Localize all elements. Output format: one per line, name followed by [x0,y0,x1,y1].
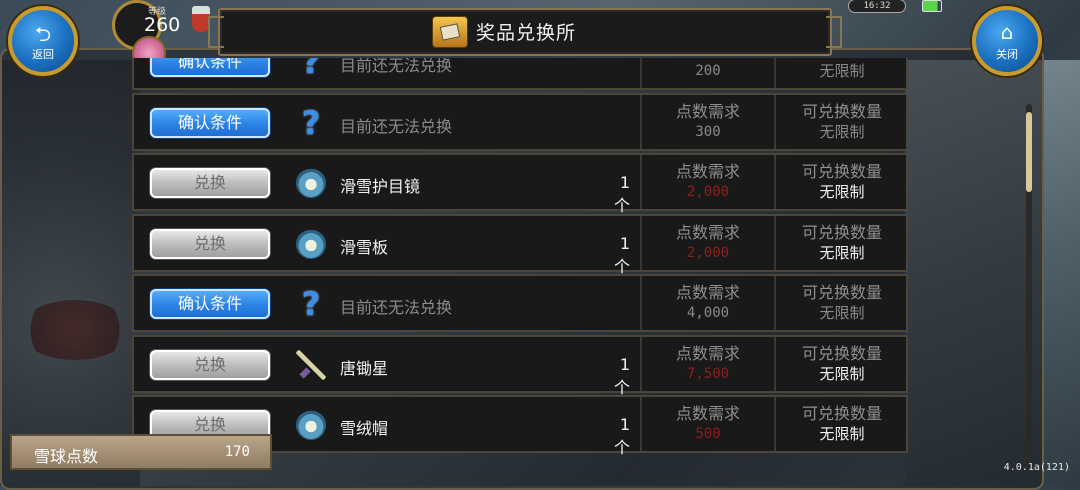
exchange-limit-value: 无限制 [819,183,865,201]
reward-list[interactable]: 确认条件?目前还无法兑换点数需求200可兑换数量无限制确认条件?目前还无法兑换点… [132,58,908,478]
reward-row: 确认条件? 目前还无法兑换 点数需求 300 可兑换数量 无限制 [132,92,908,151]
skate-shoe-icon [296,228,326,259]
exchange-limit: 可兑换数量无限制 [776,282,908,324]
clock: 16:32 [848,0,906,13]
reward-row: 兑换 唐锄星 1个 点数需求 7,500 可兑换数量 无限制 [132,334,908,397]
exchange-limit: 可兑换数量无限制 [776,161,908,203]
reward-row: 确认条件? 目前还无法兑换 点数需求200可兑换数量无限制 [132,58,908,90]
item-name: 滑雪板 [340,237,389,257]
points-requirement-value: 2,000 [686,184,730,200]
back-label: 返回 [32,48,54,61]
exchange-limit: 可兑换数量无限制 [776,101,908,143]
item-quantity: 1个 [613,415,630,457]
item-name: 目前还无法兑换 [340,116,453,136]
question-icon: ? [301,285,321,323]
item-name: 滑雪护目镜 [340,177,421,196]
exchange-limit: 可兑换数量无限制 [776,222,908,264]
question-icon: ? [301,58,321,81]
reward-row: 兑换 滑雪板 1个 点数需求 2,000 可兑换数量 无限制 [132,213,908,276]
scroll-thumb[interactable] [1026,112,1032,192]
points-requirement-header: 点数需求 [675,283,740,302]
points-requirement-header: 点数需求 [675,343,740,363]
points-requirement-header: 点数需求 [675,162,740,181]
points-requirement-value: 300 [695,123,721,140]
top-bar: ⮌ 返回 等级 260 奖品兑换所 16:32 ⌂ 关闭 [0,0,1080,76]
battery-icon [922,0,942,12]
points-requirement-value: 4,000 [686,305,730,321]
points-requirement: 点数需求 4,000 [642,282,774,324]
points-requirement-header: 点数需求 [675,404,740,423]
exchange-limit-value: 无限制 [819,122,865,141]
level-value: 260 [144,14,181,36]
points-label: 雪球点数 [34,447,99,466]
close-label: 关闭 [996,48,1018,61]
item-quantity: 1个 [613,233,630,276]
exchange-limit-value: 无限制 [819,425,865,443]
points-requirement-header: 点数需求 [675,222,740,242]
item-quantity: 1个 [613,354,630,397]
points-requirement-value: 2,000 [686,244,730,261]
item-name: 雪绒帽 [340,419,389,438]
exchange-limit-header: 可兑换数量 [801,404,882,423]
scrollbar[interactable] [1026,104,1032,474]
exchange-limit-header: 可兑换数量 [801,162,882,181]
points-requirement-header: 点数需求 [675,101,740,121]
points-requirement-value: 200 [695,63,721,79]
exchange-limit-value: 无限制 [819,364,865,383]
title-plate: 奖品兑换所 [208,8,842,56]
item-name: 目前还无法兑换 [340,298,453,317]
back-button[interactable]: ⮌ 返回 [8,6,78,76]
points-requirement-value: 7,500 [686,365,730,382]
close-button[interactable]: ⌂ 关闭 [972,6,1042,76]
reward-row: 兑换 滑雪护目镜 1个 点数需求 2,000 可兑换数量无限制 [132,153,908,215]
question-icon: ? [301,103,321,142]
exchange-limit: 可兑换数量无限制 [776,343,908,385]
exchange-button[interactable]: 兑换 [150,168,270,198]
item-name: 唐锄星 [340,358,389,378]
exchange-limit-value: 无限制 [819,243,865,262]
skate-shoe-icon [296,168,326,198]
reward-row: 确认条件? 目前还无法兑换 点数需求 4,000 可兑换数量无限制 [132,274,908,332]
snowball-points-box: 雪球点数 170 [10,434,272,470]
exchange-limit-header: 可兑换数量 [801,343,882,363]
points-requirement: 点数需求 7,500 [642,343,774,385]
points-requirement: 点数需求 300 [642,101,774,143]
points-requirement: 点数需求200 [642,58,774,82]
exchange-button[interactable]: 兑换 [150,349,270,380]
points-requirement-value: 500 [695,426,721,442]
exchange-shop-icon [432,16,468,48]
exchange-limit-header: 可兑换数量 [801,101,882,121]
points-requirement: 点数需求 2,000 [642,222,774,264]
exchange-limit-header: 可兑换数量 [801,283,882,302]
points-requirement: 点数需求 2,000 [642,161,774,203]
skate-shoe-icon [296,410,326,440]
exchange-limit: 可兑换数量无限制 [776,403,908,445]
item-quantity: 1个 [613,173,630,215]
exchange-limit: 可兑换数量无限制 [776,58,908,82]
exchange-button[interactable]: 兑换 [150,228,270,259]
status-indicators: 16:32 [848,0,958,14]
exchange-limit-header: 可兑换数量 [801,222,882,242]
sword-icon [296,349,326,380]
points-value: 170 [224,444,250,460]
check-conditions-button[interactable]: 确认条件 [150,58,270,77]
points-requirement: 点数需求 500 [642,403,774,445]
version-label: 4.0.1a(121) [1003,462,1070,473]
home-icon: ⌂ [1000,20,1014,44]
check-conditions-button[interactable]: 确认条件 [150,107,270,138]
check-conditions-button[interactable]: 确认条件 [150,289,270,319]
exchange-limit-value: 无限制 [819,62,865,80]
item-name: 目前还无法兑换 [340,58,453,75]
exchange-limit-value: 无限制 [819,304,865,322]
page-title: 奖品兑换所 [476,22,577,44]
